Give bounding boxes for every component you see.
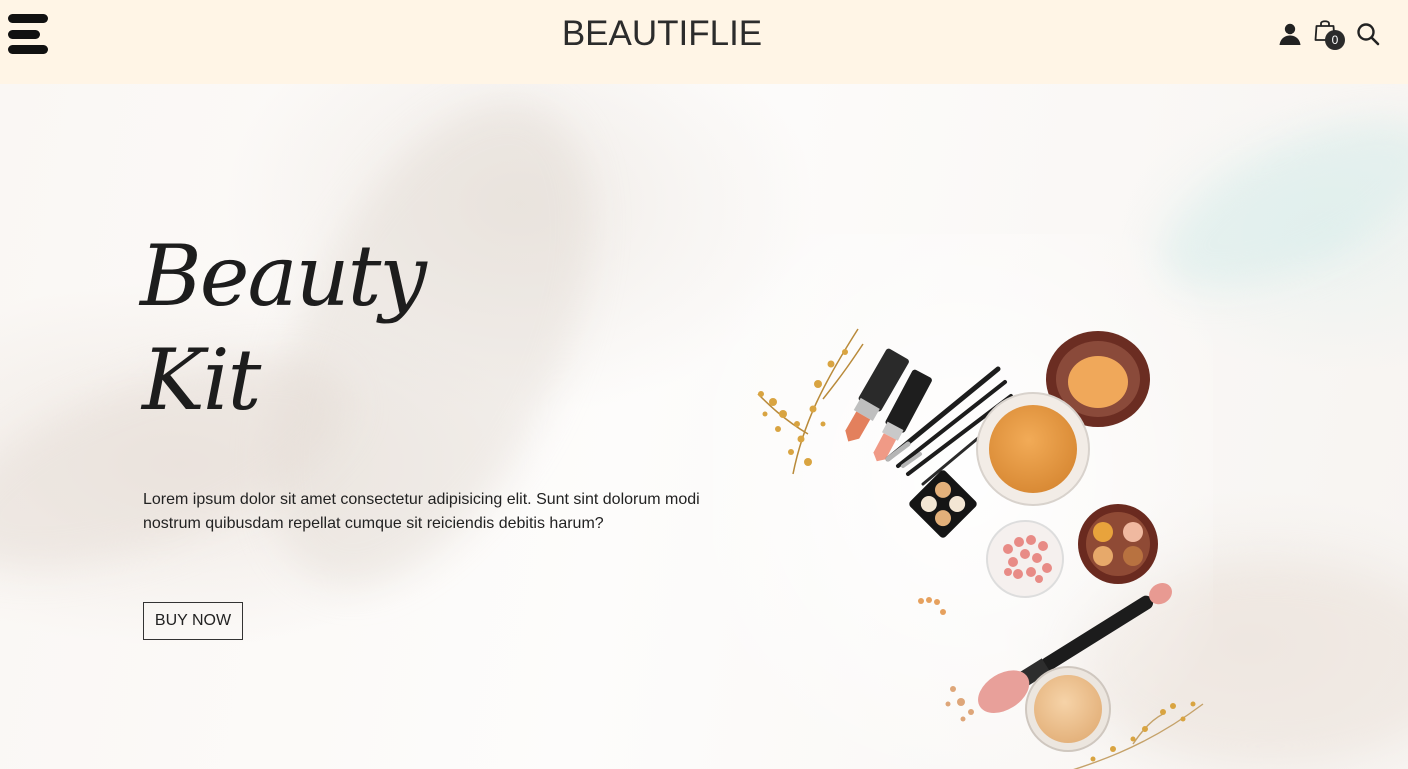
user-icon[interactable] xyxy=(1278,22,1302,46)
buy-now-button[interactable]: BUY NOW xyxy=(143,602,243,640)
site-header: BEAUTIFLIE 0 xyxy=(0,0,1408,84)
cosmetics-product-image xyxy=(713,234,1213,769)
hero-title-line1: Beauty xyxy=(140,227,427,325)
hero-description: Lorem ipsum dolor sit amet consectetur a… xyxy=(143,491,700,532)
hero-title: Beauty Kit xyxy=(140,224,460,432)
brand-logo[interactable]: BEAUTIFLIE xyxy=(0,14,1408,54)
hero-section: Beauty Kit Lorem ipsum dolor sit amet co… xyxy=(0,84,1408,769)
search-icon[interactable] xyxy=(1356,22,1380,46)
shopping-bag-icon[interactable]: 0 xyxy=(1314,18,1345,50)
hero-title-line2: Kit xyxy=(142,331,261,429)
cart-count-badge: 0 xyxy=(1325,30,1345,50)
